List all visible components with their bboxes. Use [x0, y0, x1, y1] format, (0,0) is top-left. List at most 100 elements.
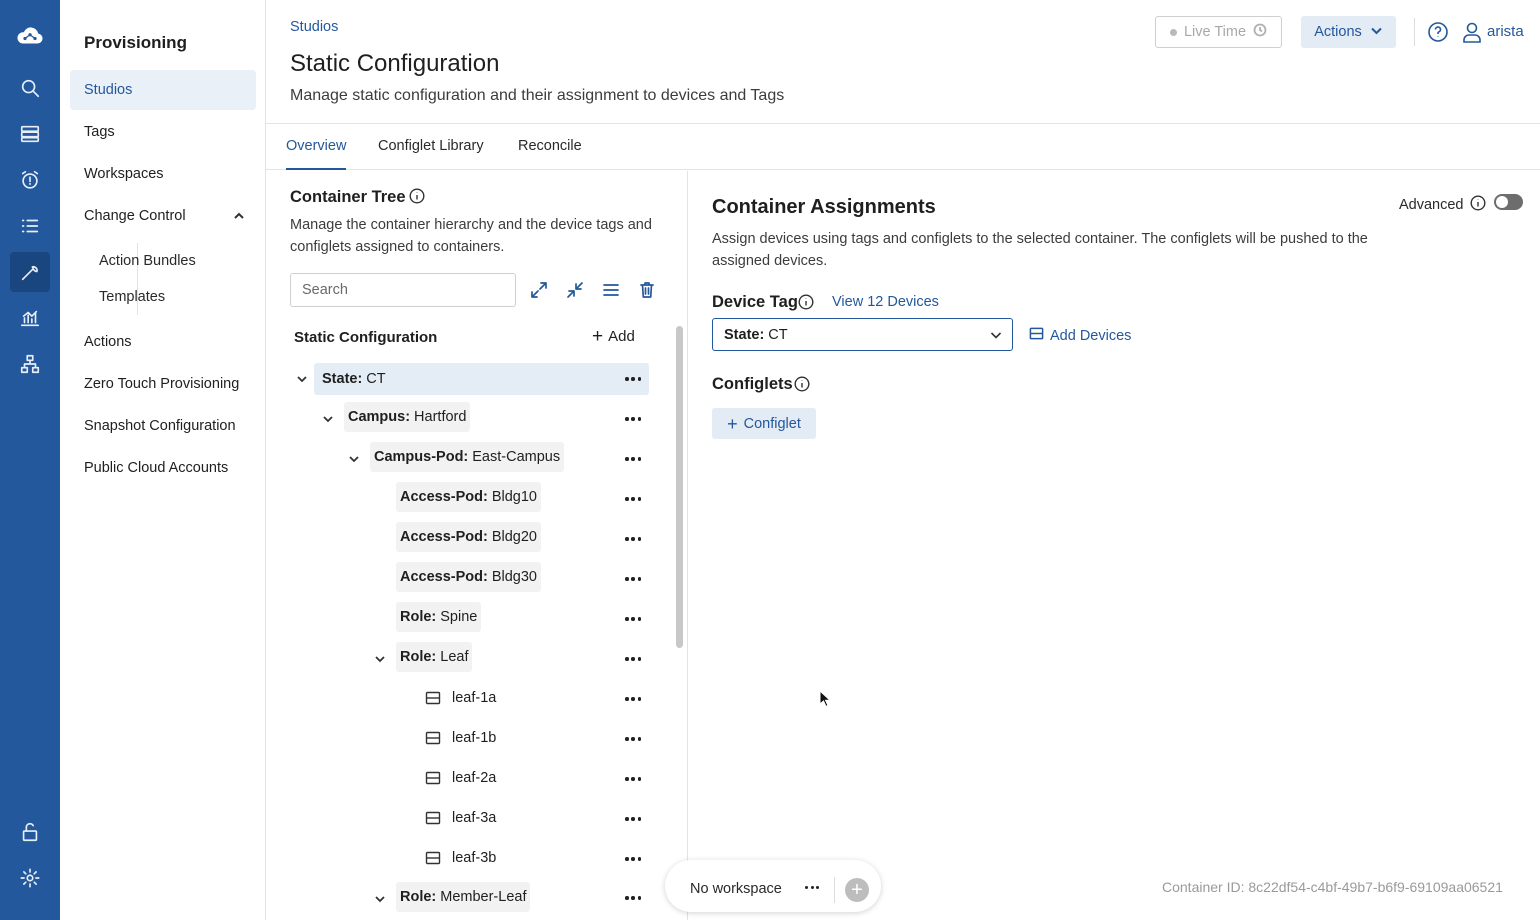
tree-node[interactable]: Role: Member-Leaf: [396, 882, 531, 912]
info-icon[interactable]: [798, 294, 814, 310]
more-options-icon[interactable]: [625, 414, 641, 424]
breadcrumb[interactable]: Studios: [290, 19, 338, 35]
node-key: Access-Pod:: [400, 569, 488, 585]
container-id-text: Container ID: 8c22df54-c4bf-49b7-b6f9-69…: [1162, 879, 1503, 895]
tree-node[interactable]: Campus: Hartford: [344, 402, 471, 432]
devices-icon[interactable]: [10, 114, 50, 154]
tree-node[interactable]: Access-Pod: Bldg10: [396, 482, 541, 512]
sidebar-item-change-control[interactable]: Change Control: [70, 196, 256, 236]
more-options-icon[interactable]: [625, 534, 641, 544]
more-options-icon[interactable]: [625, 494, 641, 504]
info-icon[interactable]: [1470, 195, 1486, 211]
sidebar-item-templates[interactable]: Templates: [85, 277, 256, 317]
help-icon[interactable]: [1427, 21, 1449, 43]
user-icon[interactable]: [1461, 21, 1483, 43]
events-alarm-icon[interactable]: [10, 160, 50, 200]
tree-scrollbar[interactable]: [676, 326, 683, 648]
view-devices-link[interactable]: View 12 Devices: [832, 294, 939, 310]
workspace-label[interactable]: No workspace: [690, 881, 782, 897]
chevron-down-icon[interactable]: [348, 452, 362, 466]
provisioning-sidebar: Provisioning Studios Tags Workspaces Cha…: [60, 0, 266, 920]
container-tree-title: Container Tree: [290, 188, 406, 206]
sidebar-item-label: Templates: [99, 289, 166, 305]
live-time-label: Live Time: [1183, 24, 1247, 40]
tree-node[interactable]: Access-Pod: Bldg30: [396, 562, 541, 592]
sidebar-item-label: Actions: [84, 334, 132, 350]
chevron-down-icon[interactable]: [374, 652, 388, 666]
chevron-up-icon[interactable]: [232, 209, 246, 223]
node-key: Role:: [400, 609, 437, 625]
more-options-icon[interactable]: [625, 854, 641, 864]
device-node[interactable]: leaf-3b: [452, 850, 496, 866]
device-node[interactable]: leaf-2a: [452, 770, 496, 786]
tree-node[interactable]: Access-Pod: Bldg20: [396, 522, 541, 552]
add-label: Add: [608, 328, 635, 345]
tree-node[interactable]: Role: Leaf: [396, 642, 473, 672]
search-input[interactable]: [290, 273, 516, 307]
more-options-icon[interactable]: [625, 694, 641, 704]
chevron-down-icon[interactable]: [374, 892, 388, 906]
add-devices-button[interactable]: Add Devices: [1029, 326, 1131, 345]
user-name-link[interactable]: arista: [1487, 23, 1524, 40]
tab-overview[interactable]: Overview: [286, 138, 347, 170]
add-workspace-icon[interactable]: +: [845, 878, 869, 902]
more-options-icon[interactable]: [625, 774, 641, 784]
device-tag-select[interactable]: State: CT: [712, 318, 1013, 351]
tree-node[interactable]: State: CT: [318, 364, 390, 394]
sidebar-item-zero-touch-provisioning[interactable]: Zero Touch Provisioning: [70, 364, 256, 404]
sidebar-item-label: Snapshot Configuration: [84, 418, 236, 434]
list-view-icon[interactable]: [601, 280, 621, 300]
chevron-down-icon[interactable]: [322, 412, 336, 426]
more-options-icon[interactable]: [625, 814, 641, 824]
expand-all-icon[interactable]: [529, 280, 549, 300]
sidebar-item-tags[interactable]: Tags: [70, 112, 256, 152]
sidebar-item-label: Zero Touch Provisioning: [84, 376, 240, 392]
sidebar-item-workspaces[interactable]: Workspaces: [70, 154, 256, 194]
more-options-icon[interactable]: [625, 893, 641, 903]
tree-node[interactable]: Campus-Pod: East-Campus: [370, 442, 565, 472]
sidebar-item-studios[interactable]: Studios: [70, 70, 256, 110]
tree-root-label: Static Configuration: [294, 329, 438, 346]
provisioning-wrench-icon[interactable]: [10, 252, 50, 292]
add-devices-label: Add Devices: [1050, 327, 1132, 344]
trash-icon[interactable]: [637, 280, 657, 300]
dashboards-chart-icon[interactable]: [10, 298, 50, 338]
device-node[interactable]: leaf-1b: [452, 730, 496, 746]
add-configlet-button[interactable]: + Configlet: [712, 408, 816, 439]
sidebar-item-snapshot-configuration[interactable]: Snapshot Configuration: [70, 406, 256, 446]
tab-reconcile[interactable]: Reconcile: [518, 138, 582, 170]
info-icon[interactable]: [794, 376, 810, 392]
tab-configlet-library[interactable]: Configlet Library: [378, 138, 484, 170]
device-node[interactable]: leaf-1a: [452, 690, 496, 706]
actions-dropdown-button[interactable]: Actions: [1301, 16, 1396, 48]
add-container-button[interactable]: + Add: [592, 327, 635, 346]
topology-icon[interactable]: [10, 344, 50, 384]
chevron-down-icon[interactable]: [296, 372, 310, 386]
device-node[interactable]: leaf-3a: [452, 810, 496, 826]
more-options-icon[interactable]: [625, 654, 641, 664]
sidebar-item-action-bundles[interactable]: Action Bundles: [85, 241, 256, 281]
more-options-icon[interactable]: [805, 886, 819, 892]
tasks-list-icon[interactable]: [10, 206, 50, 246]
more-options-icon[interactable]: [625, 734, 641, 744]
cloud-logo-icon[interactable]: [10, 16, 50, 56]
clock-icon: [1253, 23, 1267, 41]
container-assignments-title: Container Assignments: [712, 196, 936, 218]
more-options-icon[interactable]: [625, 454, 641, 464]
unlock-icon[interactable]: [10, 812, 50, 852]
node-value: Bldg10: [491, 489, 537, 505]
sidebar-item-public-cloud-accounts[interactable]: Public Cloud Accounts: [70, 448, 256, 488]
collapse-all-icon[interactable]: [565, 280, 585, 300]
tree-node[interactable]: Role: Spine: [396, 602, 482, 632]
sidebar-item-actions[interactable]: Actions: [70, 322, 256, 362]
search-icon[interactable]: [10, 68, 50, 108]
more-options-icon[interactable]: [625, 614, 641, 624]
live-time-button[interactable]: Live Time: [1155, 16, 1282, 48]
node-key: Role:: [400, 889, 437, 905]
advanced-toggle[interactable]: [1494, 194, 1523, 210]
info-icon[interactable]: [409, 188, 425, 204]
settings-gear-icon[interactable]: [10, 858, 50, 898]
more-options-icon[interactable]: [625, 574, 641, 584]
more-options-icon[interactable]: [625, 374, 641, 384]
page-title: Static Configuration: [290, 50, 500, 77]
